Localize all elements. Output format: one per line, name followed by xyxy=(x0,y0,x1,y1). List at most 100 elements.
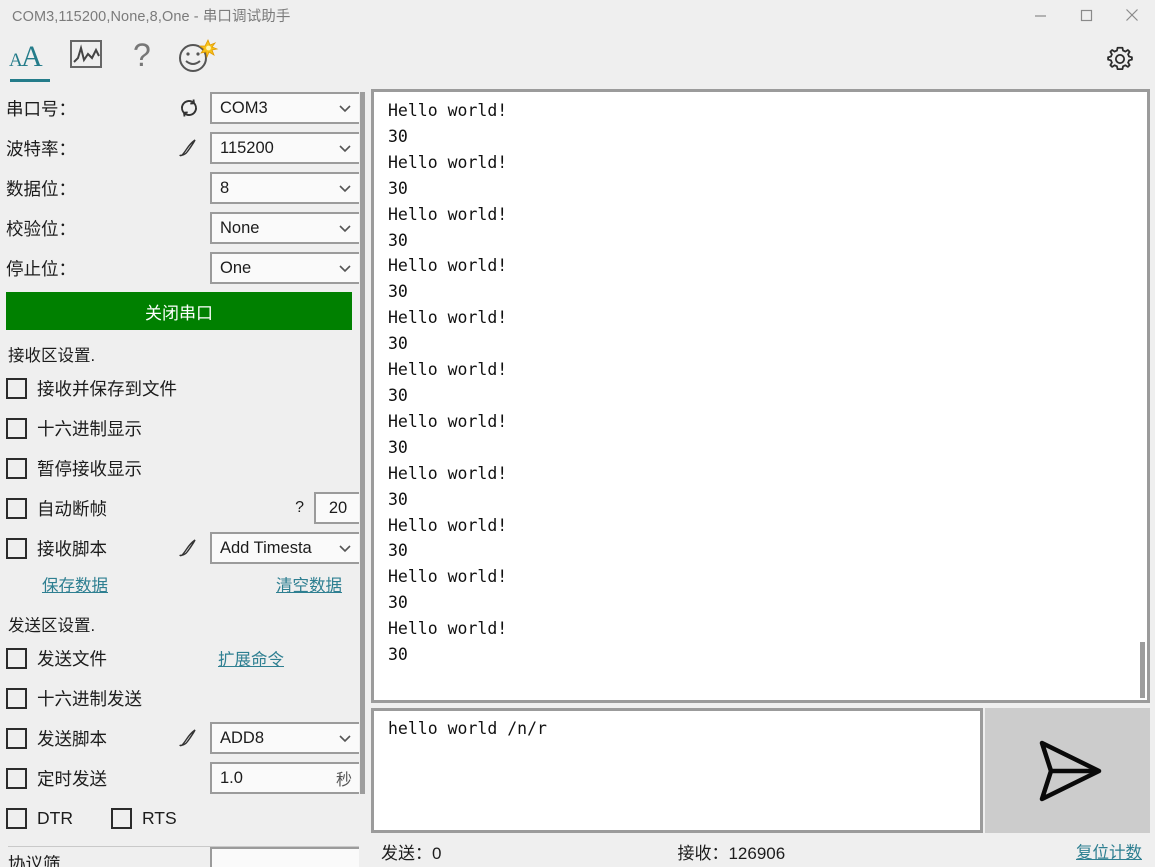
sidebar-scrollbar[interactable] xyxy=(359,88,366,867)
chevron-down-icon xyxy=(338,261,352,275)
send-paper-plane-icon xyxy=(1039,740,1101,801)
checkbox-auto-frame[interactable] xyxy=(6,497,27,519)
sidebar-scrollbar-thumb[interactable] xyxy=(360,92,365,794)
main-area: 串口号： COM3 波特率： 115200 数据位： 8 校验位： None 停… xyxy=(0,88,1155,867)
receive-textarea[interactable]: Hello world! 30 Hello world! 30 Hello wo… xyxy=(374,92,1147,668)
pen-edit-icon[interactable] xyxy=(174,133,204,163)
help-button[interactable]: ? xyxy=(114,30,170,88)
send-interval-value: 1.0 xyxy=(220,768,243,787)
checkbox-row-save-to-file[interactable]: 接收并保存到文件 xyxy=(6,368,362,408)
checkbox-receive-script[interactable] xyxy=(6,537,27,559)
pen-edit-icon[interactable] xyxy=(174,533,204,563)
gear-icon xyxy=(1107,46,1133,71)
setting-row-baud: 波特率： 115200 xyxy=(6,128,362,168)
checkbox-label-save-to-file: 接收并保存到文件 xyxy=(37,378,177,399)
checkbox-hex-display[interactable] xyxy=(6,417,27,439)
send-script-select[interactable]: ADD8 xyxy=(210,722,362,754)
checkbox-pause-display[interactable] xyxy=(6,457,27,479)
checkbox-row-auto-frame[interactable]: 自动断帧 ? 20 xyxy=(6,488,362,528)
status-sent-count: 发送：0 xyxy=(381,843,442,863)
close-button[interactable] xyxy=(1109,0,1155,30)
checkbox-row-hex-display[interactable]: 十六进制显示 xyxy=(6,408,362,448)
checkbox-label-send-script: 发送脚本 xyxy=(37,728,107,749)
refresh-icon[interactable] xyxy=(174,93,204,123)
about-smiley-button[interactable] xyxy=(170,30,226,88)
checkbox-label-timed-send: 定时发送 xyxy=(37,768,107,789)
checkbox-label-receive-script: 接收脚本 xyxy=(37,538,107,559)
checkbox-row-send-file[interactable]: 发送文件 扩展命令 xyxy=(6,638,362,678)
spacer-slot xyxy=(174,173,204,203)
maximize-button[interactable] xyxy=(1063,0,1109,30)
font-size-button[interactable]: A A xyxy=(2,30,58,88)
checkbox-send-script[interactable] xyxy=(6,727,27,749)
receive-links-row: 保存数据 清空数据 xyxy=(6,568,362,600)
waveform-plot-button[interactable] xyxy=(58,30,114,88)
checkbox-label-pause-display: 暂停接收显示 xyxy=(37,458,142,479)
send-section-title: 发送区设置. xyxy=(8,617,96,635)
settings-button[interactable] xyxy=(1095,30,1145,88)
status-bar: 发送：0 接收：126906 复位计数 xyxy=(371,835,1150,867)
setting-row-port: 串口号： COM3 xyxy=(6,88,362,128)
checkbox-rts[interactable] xyxy=(110,807,132,829)
chevron-down-icon xyxy=(338,221,352,235)
receive-script-select[interactable]: Add Timesta xyxy=(210,532,362,564)
baud-select[interactable]: 115200 xyxy=(210,132,362,164)
checkbox-dtr[interactable] xyxy=(6,807,27,829)
setting-row-stopbits: 停止位： One xyxy=(6,248,362,288)
checkbox-row-send-script[interactable]: 发送脚本 ADD8 xyxy=(6,718,362,758)
parity-select-value: None xyxy=(220,218,260,237)
svg-text:A: A xyxy=(21,40,43,72)
label-parity: 校验位： xyxy=(6,218,76,239)
checkbox-row-dtr-rts: DTR RTS xyxy=(6,798,362,838)
auto-frame-help-icon[interactable]: ? xyxy=(295,499,304,517)
protocol-filter-row-partial: 协议筛 xyxy=(6,847,362,867)
checkbox-timed-send[interactable] xyxy=(6,767,27,789)
chevron-down-icon xyxy=(338,731,352,745)
pen-edit-icon[interactable] xyxy=(174,723,204,753)
setting-row-parity: 校验位： None xyxy=(6,208,362,248)
receive-scrollbar-thumb[interactable] xyxy=(1140,642,1145,699)
label-databits: 数据位： xyxy=(6,178,76,199)
checkbox-send-file[interactable] xyxy=(6,647,27,669)
checkbox-row-pause-display[interactable]: 暂停接收显示 xyxy=(6,448,362,488)
checkbox-label-dtr: DTR xyxy=(37,807,73,828)
receive-script-value: Add Timesta xyxy=(220,538,312,557)
parity-select[interactable]: None xyxy=(210,212,362,244)
baud-select-value: 115200 xyxy=(220,138,274,157)
checkbox-row-hex-send[interactable]: 十六进制发送 xyxy=(6,678,362,718)
label-stopbits: 停止位： xyxy=(6,258,76,279)
port-select[interactable]: COM3 xyxy=(210,92,362,124)
checkbox-row-timed-send[interactable]: 定时发送 1.0 秒 xyxy=(6,758,362,798)
clear-data-link[interactable]: 清空数据 xyxy=(276,572,342,596)
extended-command-link[interactable]: 扩展命令 xyxy=(218,646,284,670)
minimize-button[interactable] xyxy=(1017,0,1063,30)
active-tab-underline xyxy=(10,79,50,82)
send-interval-input[interactable]: 1.0 秒 xyxy=(210,762,362,794)
window-title: COM3,115200,None,8,One - 串口调试助手 xyxy=(12,8,291,25)
reset-counters-link[interactable]: 复位计数 xyxy=(1076,839,1142,863)
checkbox-hex-send[interactable] xyxy=(6,687,27,709)
checkbox-row-receive-script[interactable]: 接收脚本 Add Timesta xyxy=(6,528,362,568)
send-textarea[interactable]: hello world /n/r xyxy=(371,708,983,834)
send-button[interactable] xyxy=(985,708,1150,834)
auto-frame-timeout-input[interactable]: 20 xyxy=(314,492,362,524)
toolbar: A A ? xyxy=(0,30,1155,88)
label-baud: 波特率： xyxy=(6,138,76,159)
receive-textarea-wrapper: Hello world! 30 Hello world! 30 Hello wo… xyxy=(371,89,1150,704)
checkbox-save-to-file[interactable] xyxy=(6,377,27,399)
port-select-value: COM3 xyxy=(220,98,268,117)
send-interval-unit: 秒 xyxy=(335,772,352,789)
save-data-link[interactable]: 保存数据 xyxy=(42,572,108,596)
label-port: 串口号： xyxy=(6,98,76,119)
checkbox-label-rts: RTS xyxy=(141,807,177,828)
chevron-down-icon xyxy=(338,101,352,115)
setting-row-databits: 数据位： 8 xyxy=(6,168,362,208)
protocol-filter-select[interactable] xyxy=(210,847,362,867)
settings-sidebar: 串口号： COM3 波特率： 115200 数据位： 8 校验位： None 停… xyxy=(0,88,370,867)
stopbits-select[interactable]: One xyxy=(210,252,362,284)
databits-select[interactable]: 8 xyxy=(210,172,362,204)
spacer-slot xyxy=(174,253,204,283)
right-pane: Hello world! 30 Hello world! 30 Hello wo… xyxy=(370,88,1155,867)
svg-text:?: ? xyxy=(133,38,151,72)
close-port-button[interactable]: 关闭串口 xyxy=(6,292,352,330)
